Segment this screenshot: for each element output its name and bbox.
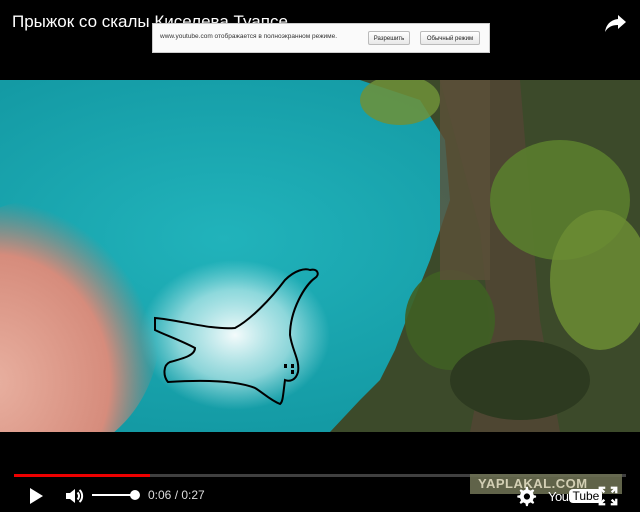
fullscreen-icon [598, 486, 618, 506]
settings-button[interactable] [514, 484, 538, 508]
youtube-logo-you: You [548, 488, 569, 504]
gear-icon [517, 486, 537, 507]
youtube-logo[interactable]: You Tube [548, 486, 603, 506]
duration: 0:27 [181, 488, 205, 502]
allow-button[interactable]: Разрешить [368, 31, 410, 45]
play-icon [30, 488, 43, 504]
normal-mode-button[interactable]: Обычный режим [420, 31, 480, 45]
progress-played [14, 474, 150, 477]
current-time: 0:06 [148, 488, 172, 502]
share-icon[interactable] [604, 12, 628, 34]
fullscreen-notice-text: www.youtube.com отображается в полноэкра… [160, 33, 338, 40]
fullscreen-notice: www.youtube.com отображается в полноэкра… [152, 23, 490, 53]
time-display: 0:06 / 0:27 [148, 488, 205, 502]
video-player[interactable]: Прыжок со скалы Киселева Туапсе www.yout… [0, 0, 640, 512]
play-button[interactable] [24, 484, 48, 508]
volume-slider-handle[interactable] [130, 490, 140, 500]
mute-button[interactable] [62, 484, 86, 508]
video-frame[interactable] [0, 80, 640, 432]
fullscreen-button[interactable] [596, 484, 620, 508]
volume-icon [66, 489, 84, 503]
